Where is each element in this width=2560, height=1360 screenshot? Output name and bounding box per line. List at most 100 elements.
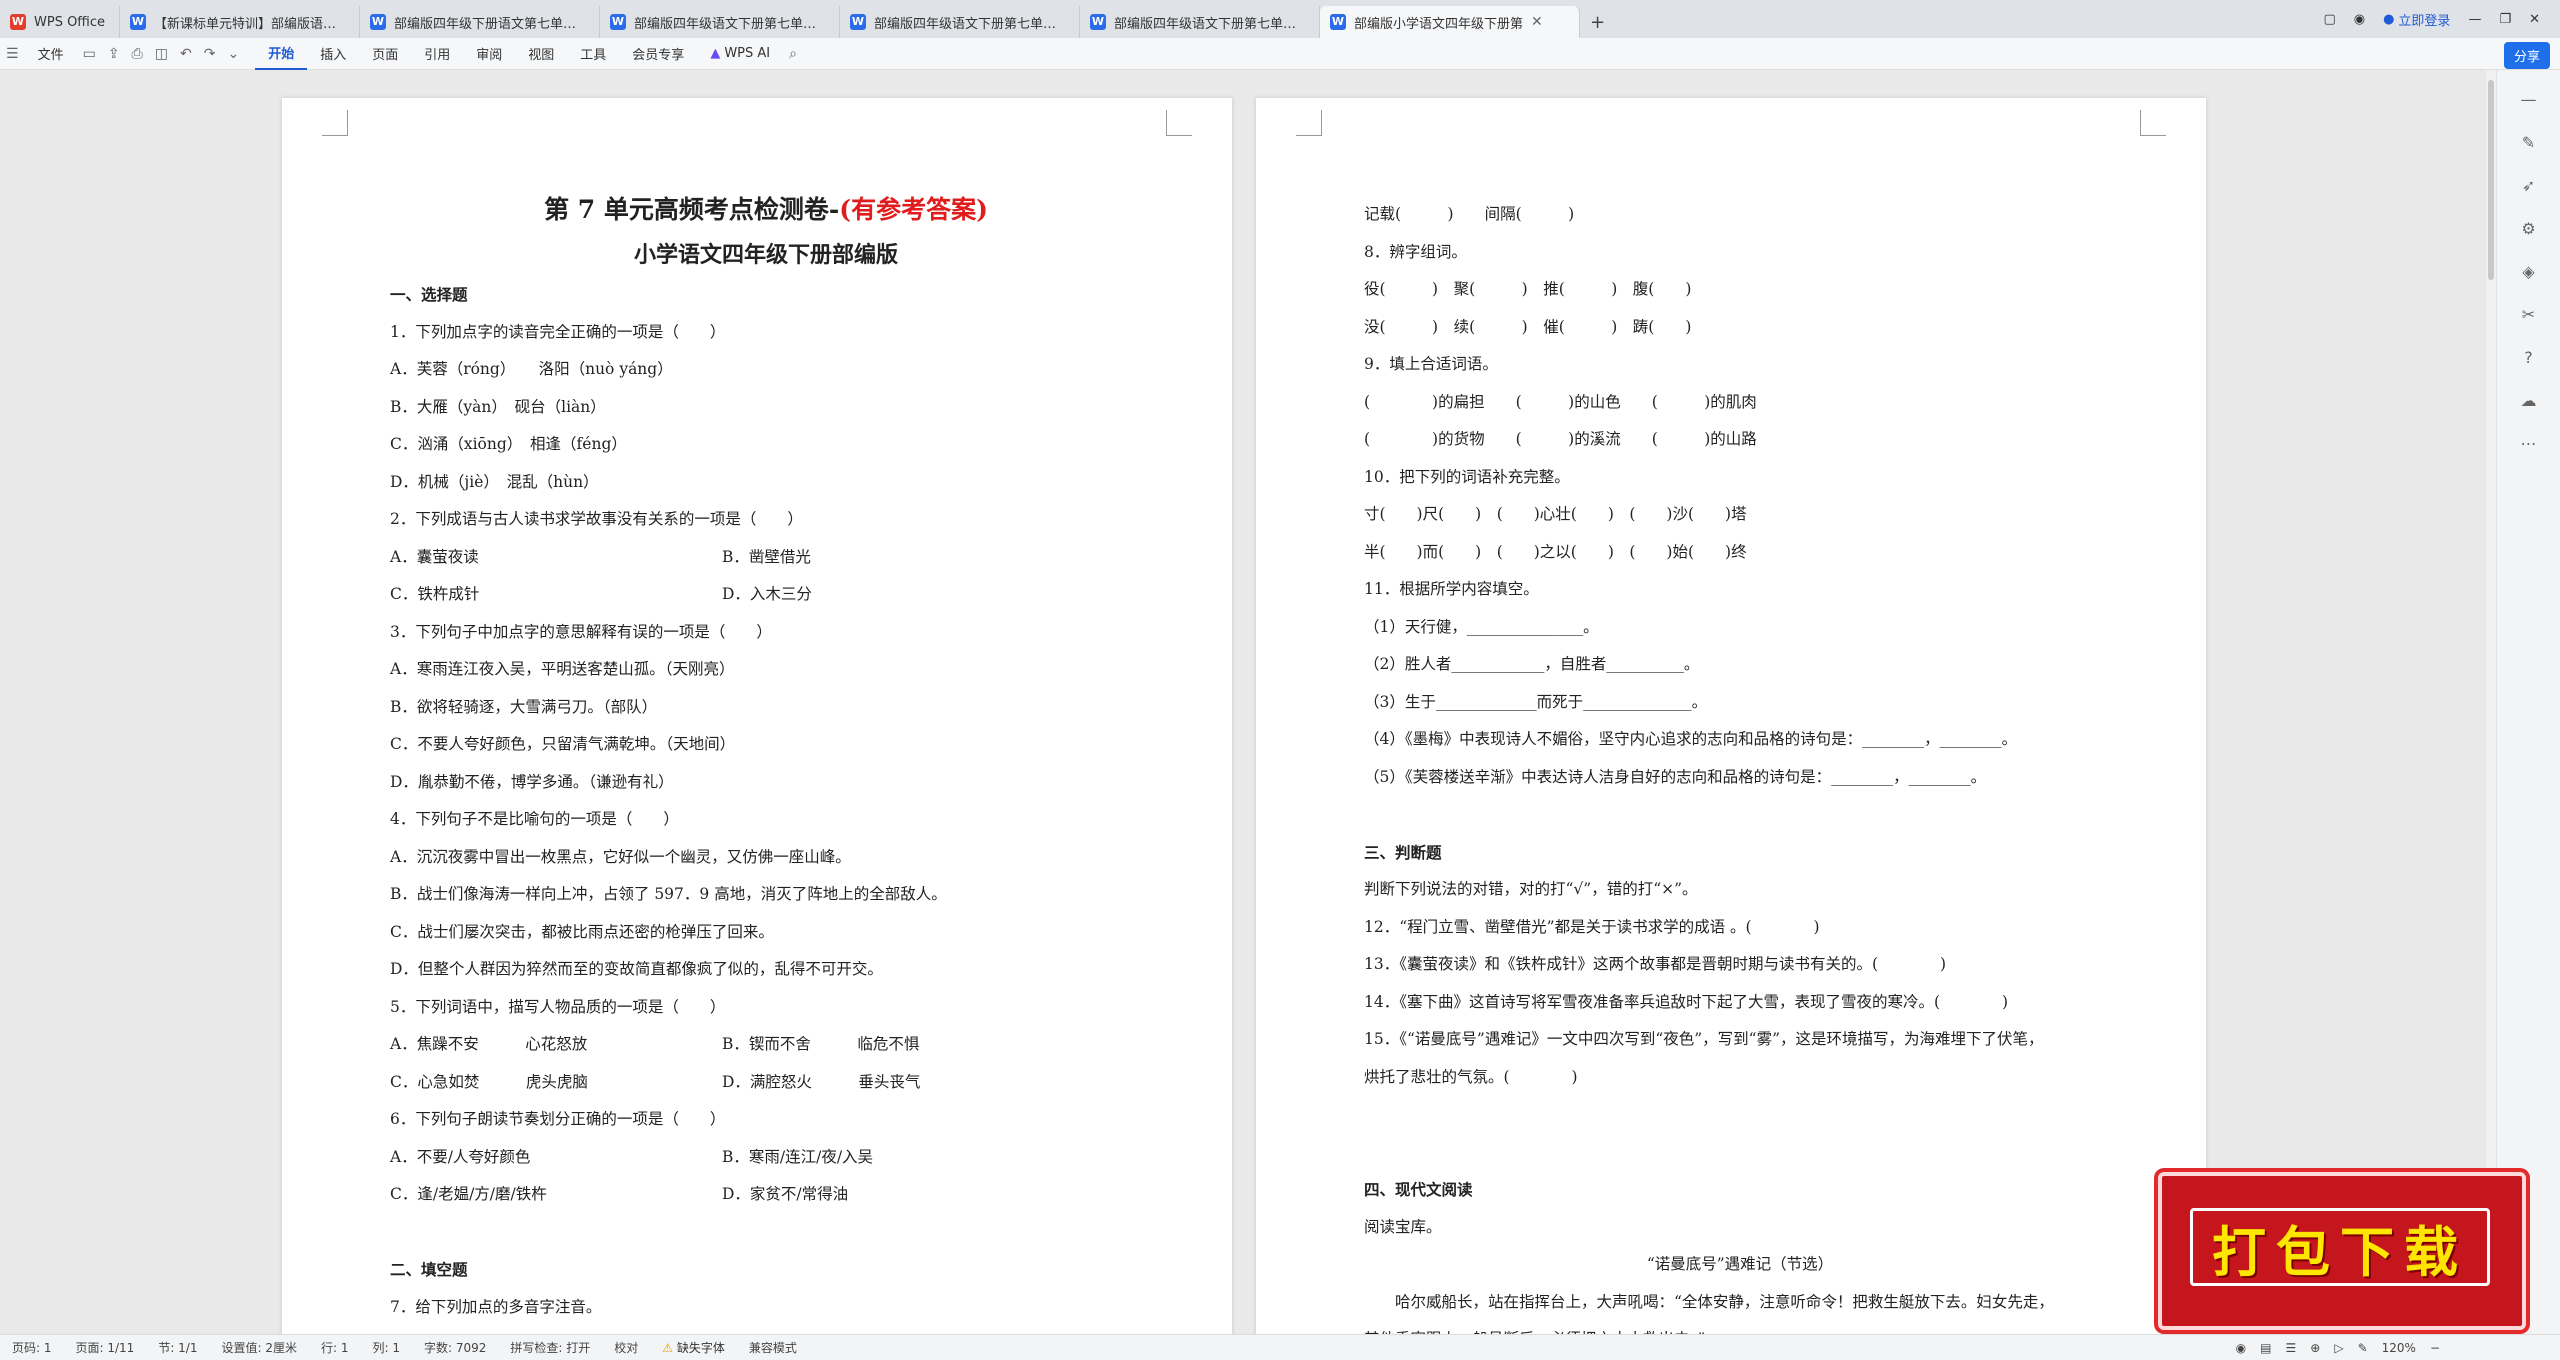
scroll-thumb[interactable] (2488, 80, 2494, 280)
edit-icon[interactable]: ✎ (2522, 133, 2535, 152)
save-icon[interactable]: ▭ (77, 46, 102, 62)
export-icon[interactable]: ⇪ (102, 46, 126, 62)
close-tab-icon[interactable]: ✕ (1531, 14, 1543, 30)
status-words[interactable]: 字数: 7092 (412, 1339, 498, 1356)
text-line: （5）《芙蓉楼送辛渐》中表达诗人洁身自好的志向和品格的诗句是：________，… (1364, 767, 1987, 786)
restore-icon[interactable]: ❐ (2499, 12, 2511, 27)
status-bar: 页码: 1 页面: 1/11 节: 1/1 设置值: 2厘米 行: 1 列: 1… (0, 1334, 2560, 1360)
ai-icon: ▲ (710, 46, 721, 61)
word-doc-icon: W (850, 14, 866, 30)
zoom-value[interactable]: 120% (2382, 1341, 2416, 1355)
share-button[interactable]: 分享 (2503, 42, 2550, 69)
redo-icon[interactable]: ↷ (198, 46, 222, 62)
undo-icon[interactable]: ↶ (174, 46, 198, 62)
status-pages[interactable]: 页面: 1/11 (64, 1339, 147, 1356)
ribbon-tab[interactable]: 审阅 (463, 38, 515, 70)
page-1: 第 7 单元高频考点检测卷-(有参考答案) 小学语文四年级下册部编版 一、选择题… (282, 98, 1232, 1334)
ribbon-tab[interactable]: 开始 (255, 38, 308, 70)
close-window-icon[interactable]: ✕ (2529, 12, 2540, 27)
tab-label: 部编版四年级语文下册第七单元综合 (874, 16, 1069, 32)
help-icon[interactable]: ? (2524, 348, 2533, 367)
text-line: A．芙蓉（róng） 洛阳（nuò yáng） (390, 360, 673, 378)
file-menu[interactable]: 文件 (25, 38, 77, 70)
search-icon[interactable]: ⌕ (783, 46, 803, 62)
zoom-out-icon[interactable]: − (2430, 1341, 2440, 1355)
menu-icon[interactable]: ☰ (0, 46, 25, 62)
preview-icon[interactable]: ◫ (149, 46, 174, 62)
cloud-icon[interactable]: ☁ (2521, 391, 2537, 410)
text-line: 11．根据所学内容填空。 (1364, 580, 1539, 598)
vertical-scrollbar[interactable] (2486, 70, 2496, 1334)
text-line: 判断下列说法的对错，对的打“√”，错的打“×”。 (1364, 880, 1698, 898)
option-left: C．逢/老媪/方/磨/铁杵 (390, 1185, 547, 1203)
ribbon-toolbar: ☰ 文件 ▭ ⇪ ⎙ ◫ ↶ ↷ ⌄ 开始 插入 页面 引用 审阅 视图 工具 会员专享 ▲ W… (0, 38, 2560, 70)
option-row: C．铁杵成针 D．入木三分 (390, 576, 1142, 614)
page-2-content[interactable]: 记载( ) 间隔( ) 8．辨字组词。 役( ) 聚( ) 推( ) 腹( ) 没( … (1364, 196, 2116, 1334)
tab-home[interactable]: W WPS Office (0, 6, 120, 38)
more-dots-icon[interactable]: ⋯ (2521, 434, 2537, 453)
text-line: 寸( )尺( ) ( )心壮( ) ( )沙( )塔 (1364, 505, 1747, 523)
option-row: A．不要/人夸好颜色 B．寒雨/连江/夜/入吴 (390, 1139, 1142, 1177)
status-page[interactable]: 页码: 1 (0, 1339, 64, 1356)
status-setting[interactable]: 设置值: 2厘米 (209, 1339, 309, 1356)
download-banner[interactable]: 打包下载 (2158, 1172, 2526, 1330)
more-icon[interactable]: ⌄ (221, 46, 245, 62)
ribbon-tab[interactable]: 工具 (567, 38, 619, 70)
option-row: C．心急如焚 虎头虎脑 D．满腔怒火 垂头丧气 (390, 1064, 1142, 1102)
tab-document[interactable]: W 【新课标单元特训】部编版语文四年 (120, 6, 360, 38)
wps-ai-button[interactable]: ▲ WPS AI (697, 38, 783, 70)
word-doc-icon: W (1090, 14, 1106, 30)
text-line: 役( ) 聚( ) 推( ) 腹( ) (1364, 280, 1692, 298)
ribbon-tab[interactable]: 引用 (411, 38, 463, 70)
text-line: 6．下列句子朗读节奏划分正确的一项是（ ） (390, 1110, 726, 1128)
section-heading: 一、选择题 (390, 285, 468, 304)
play-icon[interactable]: ▷ (2334, 1341, 2343, 1355)
text-line: 半( )而( ) ( )之以( ) ( )始( )终 (1364, 542, 1747, 561)
settings-icon[interactable]: ⚙ (2521, 219, 2535, 238)
tab-document[interactable]: W 部编版四年级语文下册第七单元综合 (840, 6, 1080, 38)
status-spell[interactable]: 拼写检查: 打开 (498, 1339, 602, 1356)
text-line: 烘托了悲壮的气氛。( ) (1364, 1067, 1578, 1086)
minimize-icon[interactable]: — (2468, 12, 2481, 27)
tab-document[interactable]: W 部编版四年级下册语文第七单元测试 (360, 6, 600, 38)
tab-label: 部编版小学语文四年级下册第 (1354, 16, 1524, 32)
layout-icon[interactable]: ▢ (2323, 12, 2335, 27)
text-line: 2．下列成语与古人读书求学故事没有关系的一项是（ ） (390, 510, 803, 528)
tab-document[interactable]: W 部编版小学语文四年级下册第 ✕ (1320, 6, 1580, 38)
eye-icon[interactable]: ◉ (2236, 1341, 2246, 1355)
tools-icon[interactable]: ✂ (2522, 305, 2535, 324)
wps-logo-icon: W (10, 14, 26, 30)
text-line: D．机械（jiè） 混乱（hùn） (390, 472, 599, 491)
tab-document[interactable]: W 部编版四年级语文下册第七单元综合 (1080, 6, 1320, 38)
option-right: D．入木三分 (722, 585, 812, 603)
login-button[interactable]: ● 立即登录 (2383, 10, 2450, 29)
tab-document[interactable]: W 部编版四年级语文下册第七单元试卷 (600, 6, 840, 38)
option-left: A．囊萤夜读 (390, 547, 479, 566)
print-icon[interactable]: ⎙ (126, 46, 149, 62)
ribbon-tab[interactable]: 页面 (359, 38, 411, 70)
status-proof[interactable]: 校对 (602, 1339, 650, 1356)
page-corner-mark (1296, 110, 1322, 136)
page-1-content[interactable]: 第 7 单元高频考点检测卷-(有参考答案) 小学语文四年级下册部编版 一、选择题… (390, 186, 1142, 1326)
status-section[interactable]: 节: 1/1 (146, 1339, 209, 1356)
text-line: C．不要人夸好颜色，只留清气满乾坤。（天地间） (390, 735, 736, 753)
new-tab-icon[interactable]: + (1580, 6, 1615, 38)
status-compat[interactable]: 兼容模式 (737, 1339, 809, 1356)
text-line: B．欲将轻骑逐，大雪满弓刀。（部队） (390, 697, 658, 716)
page-view-icon[interactable]: ▤ (2260, 1341, 2271, 1355)
shapes-icon[interactable]: ◈ (2522, 262, 2534, 281)
right-sidebar: — ✎ ➶ ⚙ ◈ ✂ ? ☁ ⋯ (2496, 70, 2560, 1334)
pen-icon[interactable]: ✎ (2358, 1341, 2368, 1355)
tab-label: 部编版四年级语文下册第七单元试卷 (634, 16, 829, 32)
ribbon-tab[interactable]: 会员专享 (619, 38, 697, 70)
collapse-icon[interactable]: — (2521, 90, 2537, 109)
ribbon-tab[interactable]: 视图 (515, 38, 567, 70)
skin-icon[interactable]: ◉ (2354, 12, 2365, 27)
web-view-icon[interactable]: ⊕ (2310, 1341, 2320, 1355)
option-row: A．焦躁不安 心花怒放 B．锲而不舍 临危不惧 (390, 1026, 1142, 1064)
select-icon[interactable]: ➶ (2522, 176, 2535, 195)
ribbon-tab[interactable]: 插入 (307, 38, 359, 70)
option-right: B．锲而不舍 临危不惧 (722, 1035, 920, 1053)
list-view-icon[interactable]: ☰ (2286, 1341, 2297, 1355)
status-missing-font[interactable]: ⚠ 缺失字体 (650, 1339, 737, 1356)
